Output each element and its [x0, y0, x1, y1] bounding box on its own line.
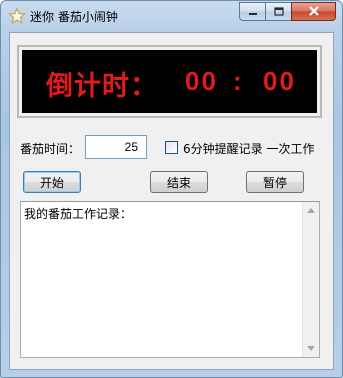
- caption-buttons: [239, 2, 336, 21]
- countdown-label: 倒计时：: [46, 71, 158, 102]
- pause-button[interactable]: 暂停: [246, 171, 304, 193]
- countdown-minutes: 00: [185, 66, 218, 96]
- star-outline-icon: [8, 7, 26, 25]
- work-log-textarea[interactable]: 我的番茄工作记录：: [20, 201, 320, 358]
- countdown-display: 倒计时： 00 : 00: [22, 50, 317, 113]
- reminder-checkbox-label[interactable]: 6分钟提醒记录 一次工作: [183, 140, 314, 157]
- tomato-time-input[interactable]: [85, 135, 147, 159]
- client-area: 倒计时： 00 : 00 番茄时间： 6分钟提醒记录 一次工作 开始 结束 暂停…: [9, 32, 334, 370]
- time-label: 番茄时间：: [20, 142, 81, 156]
- minimize-icon: [248, 5, 258, 19]
- maximize-icon: [273, 5, 284, 19]
- countdown-frame: 倒计时： 00 : 00: [17, 45, 322, 118]
- reminder-checkbox[interactable]: [165, 141, 178, 154]
- close-button[interactable]: [291, 2, 336, 21]
- window-title: 迷你 番茄小闹钟: [30, 10, 118, 24]
- end-button[interactable]: 结束: [150, 171, 208, 193]
- minimize-button[interactable]: [239, 2, 265, 21]
- scroll-up-icon[interactable]: [303, 202, 319, 219]
- title-bar[interactable]: 迷你 番茄小闹钟: [1, 1, 342, 31]
- maximize-button[interactable]: [265, 2, 291, 21]
- countdown-seconds: 00: [263, 66, 296, 96]
- start-button[interactable]: 开始: [23, 171, 81, 193]
- work-log-content: 我的番茄工作记录：: [24, 207, 133, 221]
- scroll-down-icon[interactable]: [303, 340, 319, 357]
- close-icon: [308, 5, 320, 19]
- countdown-separator: :: [233, 66, 242, 96]
- log-scrollbar[interactable]: [302, 202, 319, 357]
- app-window: 迷你 番茄小闹钟 倒计时： 00 : 00 番茄时间： 25 6分钟提醒记录 一…: [0, 0, 343, 378]
